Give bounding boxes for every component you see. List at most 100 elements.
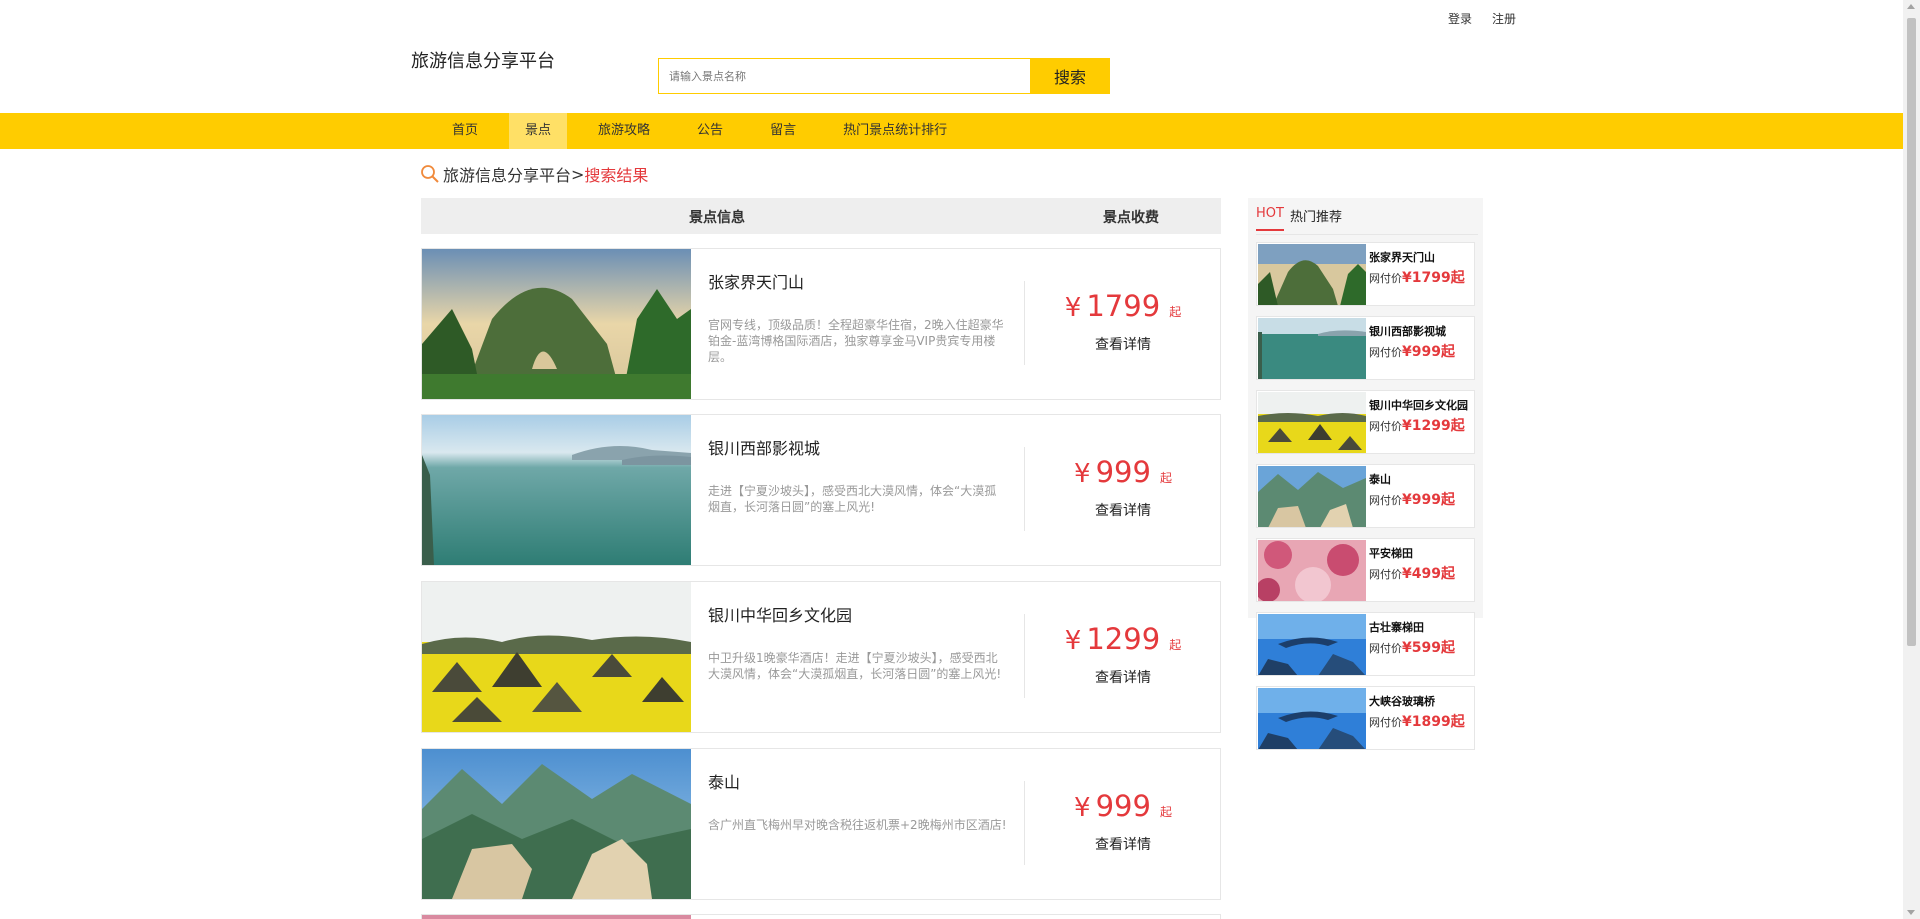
breadcrumb-home[interactable]: 旅游信息分享平台	[443, 162, 571, 186]
hot-item[interactable]: 泰山 网付价¥999起	[1256, 464, 1475, 528]
blossom-terrace-image[interactable]	[1258, 540, 1366, 601]
lake-image[interactable]	[422, 415, 691, 565]
lake-image[interactable]	[1258, 318, 1366, 379]
rapeseed-field-image[interactable]	[422, 582, 691, 732]
price-suffix: 起	[1160, 805, 1173, 819]
search-input[interactable]	[658, 58, 1030, 94]
spot-name[interactable]: 张家界天门山	[708, 269, 804, 293]
price-value: 1299	[1086, 622, 1161, 656]
hot-item-name[interactable]: 银川中华回乡文化园	[1369, 397, 1468, 413]
hot-item-price: 网付价¥1299起	[1369, 415, 1465, 435]
spot-description: 官网专线，顶级品质！全程超豪华住宿，2晚入住超豪华铂金-蓝湾博格国际酒店，独家尊…	[708, 318, 1004, 364]
price-value: ¥599起	[1402, 640, 1455, 656]
price-value: ¥999起	[1402, 344, 1455, 360]
spot-price: ¥ 1299 起	[1025, 622, 1221, 656]
result-card[interactable]: 银川中华回乡文化园 中卫升级1晚豪华酒店！走进【宁夏沙坡头】，感受西北大漠风情，…	[421, 581, 1221, 733]
nav-item-spots[interactable]: 景点	[509, 113, 568, 149]
scroll-up-arrow-icon[interactable]	[1907, 4, 1915, 9]
hot-item-price: 网付价¥499起	[1369, 563, 1455, 583]
price-suffix: 起	[1169, 638, 1182, 652]
result-card[interactable]: 泰山 含广州直飞梅州早对晚含税往返机票+2晚梅州市区酒店! ¥ 999 起 查看…	[421, 748, 1221, 900]
result-card[interactable]	[421, 914, 1221, 919]
price-value: 999	[1095, 455, 1151, 489]
price-value: 1799	[1086, 289, 1161, 323]
spot-description: 中卫升级1晚豪华酒店！走进【宁夏沙坡头】，感受西北大漠风情，体会“大漠孤烟直，长…	[708, 651, 1002, 681]
view-details-link[interactable]: 查看详情	[1025, 334, 1221, 354]
spot-description: 走进【宁夏沙坡头】，感受西北大漠风情，体会“大漠孤烟直，长河落日圆”的塞上风光!	[708, 484, 997, 514]
hot-item-name[interactable]: 大峡谷玻璃桥	[1369, 693, 1435, 709]
price-suffix: 起	[1160, 471, 1173, 485]
hot-item-name[interactable]: 平安梯田	[1369, 545, 1413, 561]
hot-item-name[interactable]: 古壮寨梯田	[1369, 619, 1424, 635]
view-details-link[interactable]: 查看详情	[1025, 667, 1221, 687]
price-prefix: 网付价	[1369, 642, 1402, 655]
pine-cliff-image[interactable]	[1258, 614, 1366, 675]
nav-item-notices[interactable]: 公告	[681, 113, 739, 149]
currency-symbol: ¥	[1064, 293, 1082, 323]
scroll-down-arrow-icon[interactable]	[1907, 910, 1915, 915]
nav-item-home[interactable]: 首页	[436, 113, 494, 149]
result-card[interactable]: 张家界天门山 官网专线，顶级品质！全程超豪华住宿，2晚入住超豪华铂金-蓝湾博格国…	[421, 248, 1221, 400]
currency-symbol: ¥	[1073, 459, 1091, 489]
site-title: 旅游信息分享平台	[411, 51, 555, 72]
view-details-link[interactable]: 查看详情	[1025, 500, 1221, 520]
hot-item[interactable]: 银川中华回乡文化园 网付价¥1299起	[1256, 390, 1475, 454]
hot-label: HOT	[1256, 206, 1284, 231]
price-prefix: 网付价	[1369, 716, 1402, 729]
column-header-info: 景点信息	[689, 210, 745, 226]
result-card[interactable]: 银川西部影视城 走进【宁夏沙坡头】，感受西北大漠风情，体会“大漠孤烟直，长河落日…	[421, 414, 1221, 566]
nav-item-messages[interactable]: 留言	[754, 113, 812, 149]
page: 登录 注册 旅游信息分享平台 搜索 首页 景点 旅游攻略 公告 留言 热门景点统…	[0, 0, 1920, 919]
spot-description: 含广州直飞梅州早对晚含税往返机票+2晚梅州市区酒店!	[708, 818, 1007, 832]
breadcrumb: 旅游信息分享平台 > 搜索结果	[420, 162, 648, 186]
price-suffix: 起	[1169, 305, 1182, 319]
hot-item[interactable]: 大峡谷玻璃桥 网付价¥1899起	[1256, 686, 1475, 750]
rapeseed-field-image[interactable]	[1258, 392, 1366, 453]
scrollbar-thumb[interactable]	[1907, 18, 1916, 646]
price-value: ¥499起	[1402, 566, 1455, 582]
price-prefix: 网付价	[1369, 346, 1402, 359]
hot-item-name[interactable]: 张家界天门山	[1369, 249, 1435, 265]
mountain-arch-image[interactable]	[422, 249, 691, 399]
breadcrumb-separator: >	[571, 164, 585, 184]
rocky-mountain-image[interactable]	[1258, 466, 1366, 527]
nav-item-ranking[interactable]: 热门景点统计排行	[827, 113, 963, 149]
hot-item-price: 网付价¥999起	[1369, 489, 1455, 509]
currency-symbol: ¥	[1073, 793, 1091, 823]
pine-cliff-image[interactable]	[1258, 688, 1366, 749]
register-link[interactable]: 注册	[1492, 10, 1516, 27]
price-value: ¥1899起	[1402, 714, 1465, 730]
view-details-link[interactable]: 查看详情	[1025, 834, 1221, 854]
price-prefix: 网付价	[1369, 272, 1402, 285]
rocky-mountain-image[interactable]	[422, 749, 691, 899]
divider	[1256, 234, 1478, 235]
price-value: ¥1299起	[1402, 418, 1465, 434]
breadcrumb-current: 搜索结果	[584, 166, 649, 185]
hot-item[interactable]: 银川西部影视城 网付价¥999起	[1256, 316, 1475, 380]
currency-symbol: ¥	[1064, 626, 1082, 656]
hot-item[interactable]: 平安梯田 网付价¥499起	[1256, 538, 1475, 602]
search-box: 搜索	[658, 58, 1110, 94]
spot-price: ¥ 1799 起	[1025, 289, 1221, 323]
hot-title: 热门推荐	[1289, 210, 1342, 225]
spot-name[interactable]: 银川西部影视城	[708, 435, 820, 459]
terrace-image[interactable]	[422, 915, 691, 919]
nav-item-guides[interactable]: 旅游攻略	[582, 113, 666, 149]
login-link[interactable]: 登录	[1448, 10, 1472, 27]
hot-item-name[interactable]: 泰山	[1369, 471, 1391, 487]
hot-item[interactable]: 古壮寨梯田 网付价¥599起	[1256, 612, 1475, 676]
hot-item[interactable]: 张家界天门山 网付价¥1799起	[1256, 242, 1475, 306]
top-links: 登录 注册	[1448, 10, 1516, 27]
price-value: ¥999起	[1402, 492, 1455, 508]
spot-name[interactable]: 泰山	[708, 769, 740, 793]
spot-price: ¥ 999 起	[1025, 789, 1221, 823]
page-scrollbar[interactable]	[1903, 0, 1920, 919]
hot-item-name[interactable]: 银川西部影视城	[1369, 323, 1446, 339]
mountain-arch-image[interactable]	[1258, 244, 1366, 305]
price-value: 999	[1095, 789, 1151, 823]
search-button[interactable]: 搜索	[1030, 58, 1110, 94]
column-header-fee: 景点收费	[1103, 210, 1159, 226]
results-header: 景点信息 景点收费	[421, 198, 1221, 234]
spot-name[interactable]: 银川中华回乡文化园	[708, 602, 852, 626]
hot-item-price: 网付价¥599起	[1369, 637, 1455, 657]
